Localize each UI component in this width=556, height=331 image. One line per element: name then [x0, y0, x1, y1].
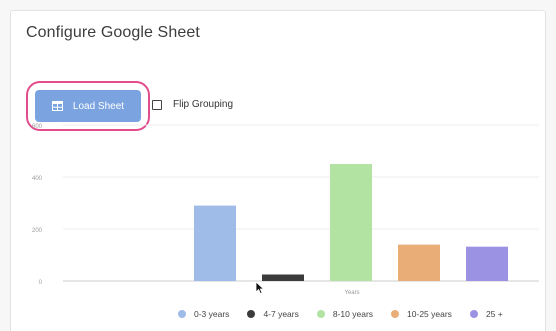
bar	[194, 205, 236, 281]
load-sheet-label: Load Sheet	[72, 100, 125, 112]
legend-swatch	[391, 310, 400, 318]
flip-grouping-checkbox[interactable]	[152, 99, 162, 110]
legend-label: 10-25 years	[407, 309, 452, 319]
bar-chart: 0 200 400 600 Years	[32, 124, 539, 296]
x-axis-label: Years	[344, 290, 359, 296]
bar	[398, 244, 440, 281]
legend-item[interactable]: 0-3 years	[178, 309, 229, 319]
y-tick-label: 600	[32, 124, 43, 130]
legend-swatch	[178, 310, 186, 318]
legend-item[interactable]: 25 +	[469, 309, 503, 319]
legend-swatch	[469, 310, 478, 318]
legend-label: 25 +	[485, 309, 503, 319]
bar	[466, 246, 508, 281]
legend-item[interactable]: 10-25 years	[391, 309, 452, 319]
legend-item[interactable]: 8-10 years	[316, 309, 374, 319]
y-tick-label: 200	[32, 228, 43, 234]
bar	[262, 274, 304, 281]
legend-label: 0-3 years	[194, 309, 230, 319]
legend-swatch	[316, 310, 325, 318]
y-tick-label: 400	[32, 176, 43, 182]
configure-panel: Configure Google Sheet Load Sheet Flip G…	[10, 10, 546, 331]
legend-label: 8-10 years	[332, 309, 374, 319]
y-tick-label: 0	[39, 280, 43, 286]
flip-grouping-label: Flip Grouping	[173, 99, 234, 110]
mouse-cursor-icon	[255, 281, 265, 295]
legend-label: 4-7 years	[263, 309, 299, 319]
legend-swatch	[247, 310, 256, 318]
legend-item[interactable]: 4-7 years	[247, 309, 299, 319]
chart-legend: 0-3 years 4-7 years 8-10 years 10-25 years 2…	[178, 309, 503, 319]
table-grid-icon	[51, 101, 63, 111]
bar	[330, 164, 372, 281]
page-title: Configure Google Sheet	[26, 24, 200, 41]
flip-grouping-toggle[interactable]: Flip Grouping	[152, 99, 233, 110]
